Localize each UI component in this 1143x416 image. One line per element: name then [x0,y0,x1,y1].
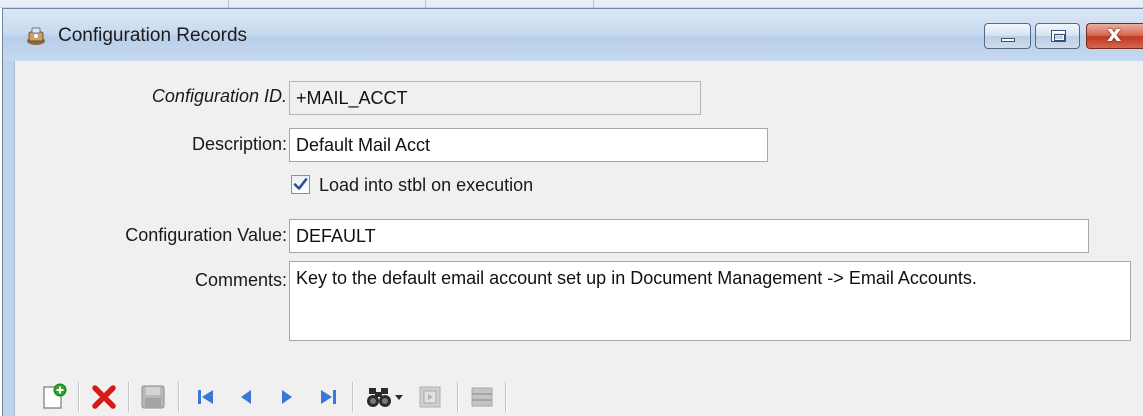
minimize-button[interactable] [984,23,1031,49]
lookup-button[interactable] [413,380,447,414]
last-record-icon [321,390,336,404]
window-title: Configuration Records [58,25,248,46]
minimize-icon [1001,38,1015,42]
toolbar-separator [505,382,507,412]
comments-label: Comments: [194,270,287,290]
parent-window-strip [0,0,1143,8]
first-record-button[interactable] [189,380,223,414]
checkmark-icon [293,178,308,190]
delete-icon [92,385,116,409]
form-area: Configuration ID. +MAIL_ACCT Description… [14,61,1143,416]
toolbar-separator [352,382,354,412]
dropdown-arrow-icon [395,395,403,400]
next-record-icon [282,390,292,404]
config-value-label: Configuration Value: [125,225,287,245]
comments-field[interactable]: Key to the default email account set up … [289,261,1131,341]
load-stbl-checkbox[interactable] [291,175,310,194]
title-bar[interactable]: Configuration Records x [3,9,1143,61]
description-label: Description: [191,134,287,154]
find-dropdown-button[interactable] [390,380,408,414]
config-id-label: Configuration ID. [151,86,287,106]
toolbar-separator [457,382,459,412]
strip-divider [425,0,426,8]
strip-divider [593,0,594,8]
lookup-icon [419,386,441,408]
maximize-button[interactable] [1035,23,1080,49]
previous-record-icon [241,390,251,404]
close-icon: x [1107,22,1122,47]
find-icon [367,388,391,407]
next-record-button[interactable] [270,380,304,414]
record-toolbar [15,377,1143,416]
new-record-icon [43,383,67,409]
description-field[interactable]: Default Mail Acct [289,128,768,162]
save-icon [141,385,165,409]
toolbar-separator [128,382,130,412]
app-icon [27,27,45,45]
strip-divider [228,0,229,8]
maximize-icon [1051,30,1066,42]
load-stbl-label[interactable]: Load into stbl on execution [319,175,533,196]
new-record-button[interactable] [37,380,71,414]
previous-record-button[interactable] [229,380,263,414]
config-id-field[interactable]: +MAIL_ACCT [289,81,701,115]
save-button[interactable] [136,380,170,414]
grid-icon [471,387,493,407]
grid-view-button[interactable] [465,380,499,414]
config-value-field[interactable]: DEFAULT [289,219,1089,253]
last-record-button[interactable] [311,380,345,414]
configuration-records-window: Configuration Records x Configuration ID… [2,8,1143,416]
delete-button[interactable] [87,380,121,414]
toolbar-separator [178,382,180,412]
first-record-icon [198,390,213,404]
toolbar-separator [78,382,80,412]
close-button[interactable]: x [1086,22,1143,49]
